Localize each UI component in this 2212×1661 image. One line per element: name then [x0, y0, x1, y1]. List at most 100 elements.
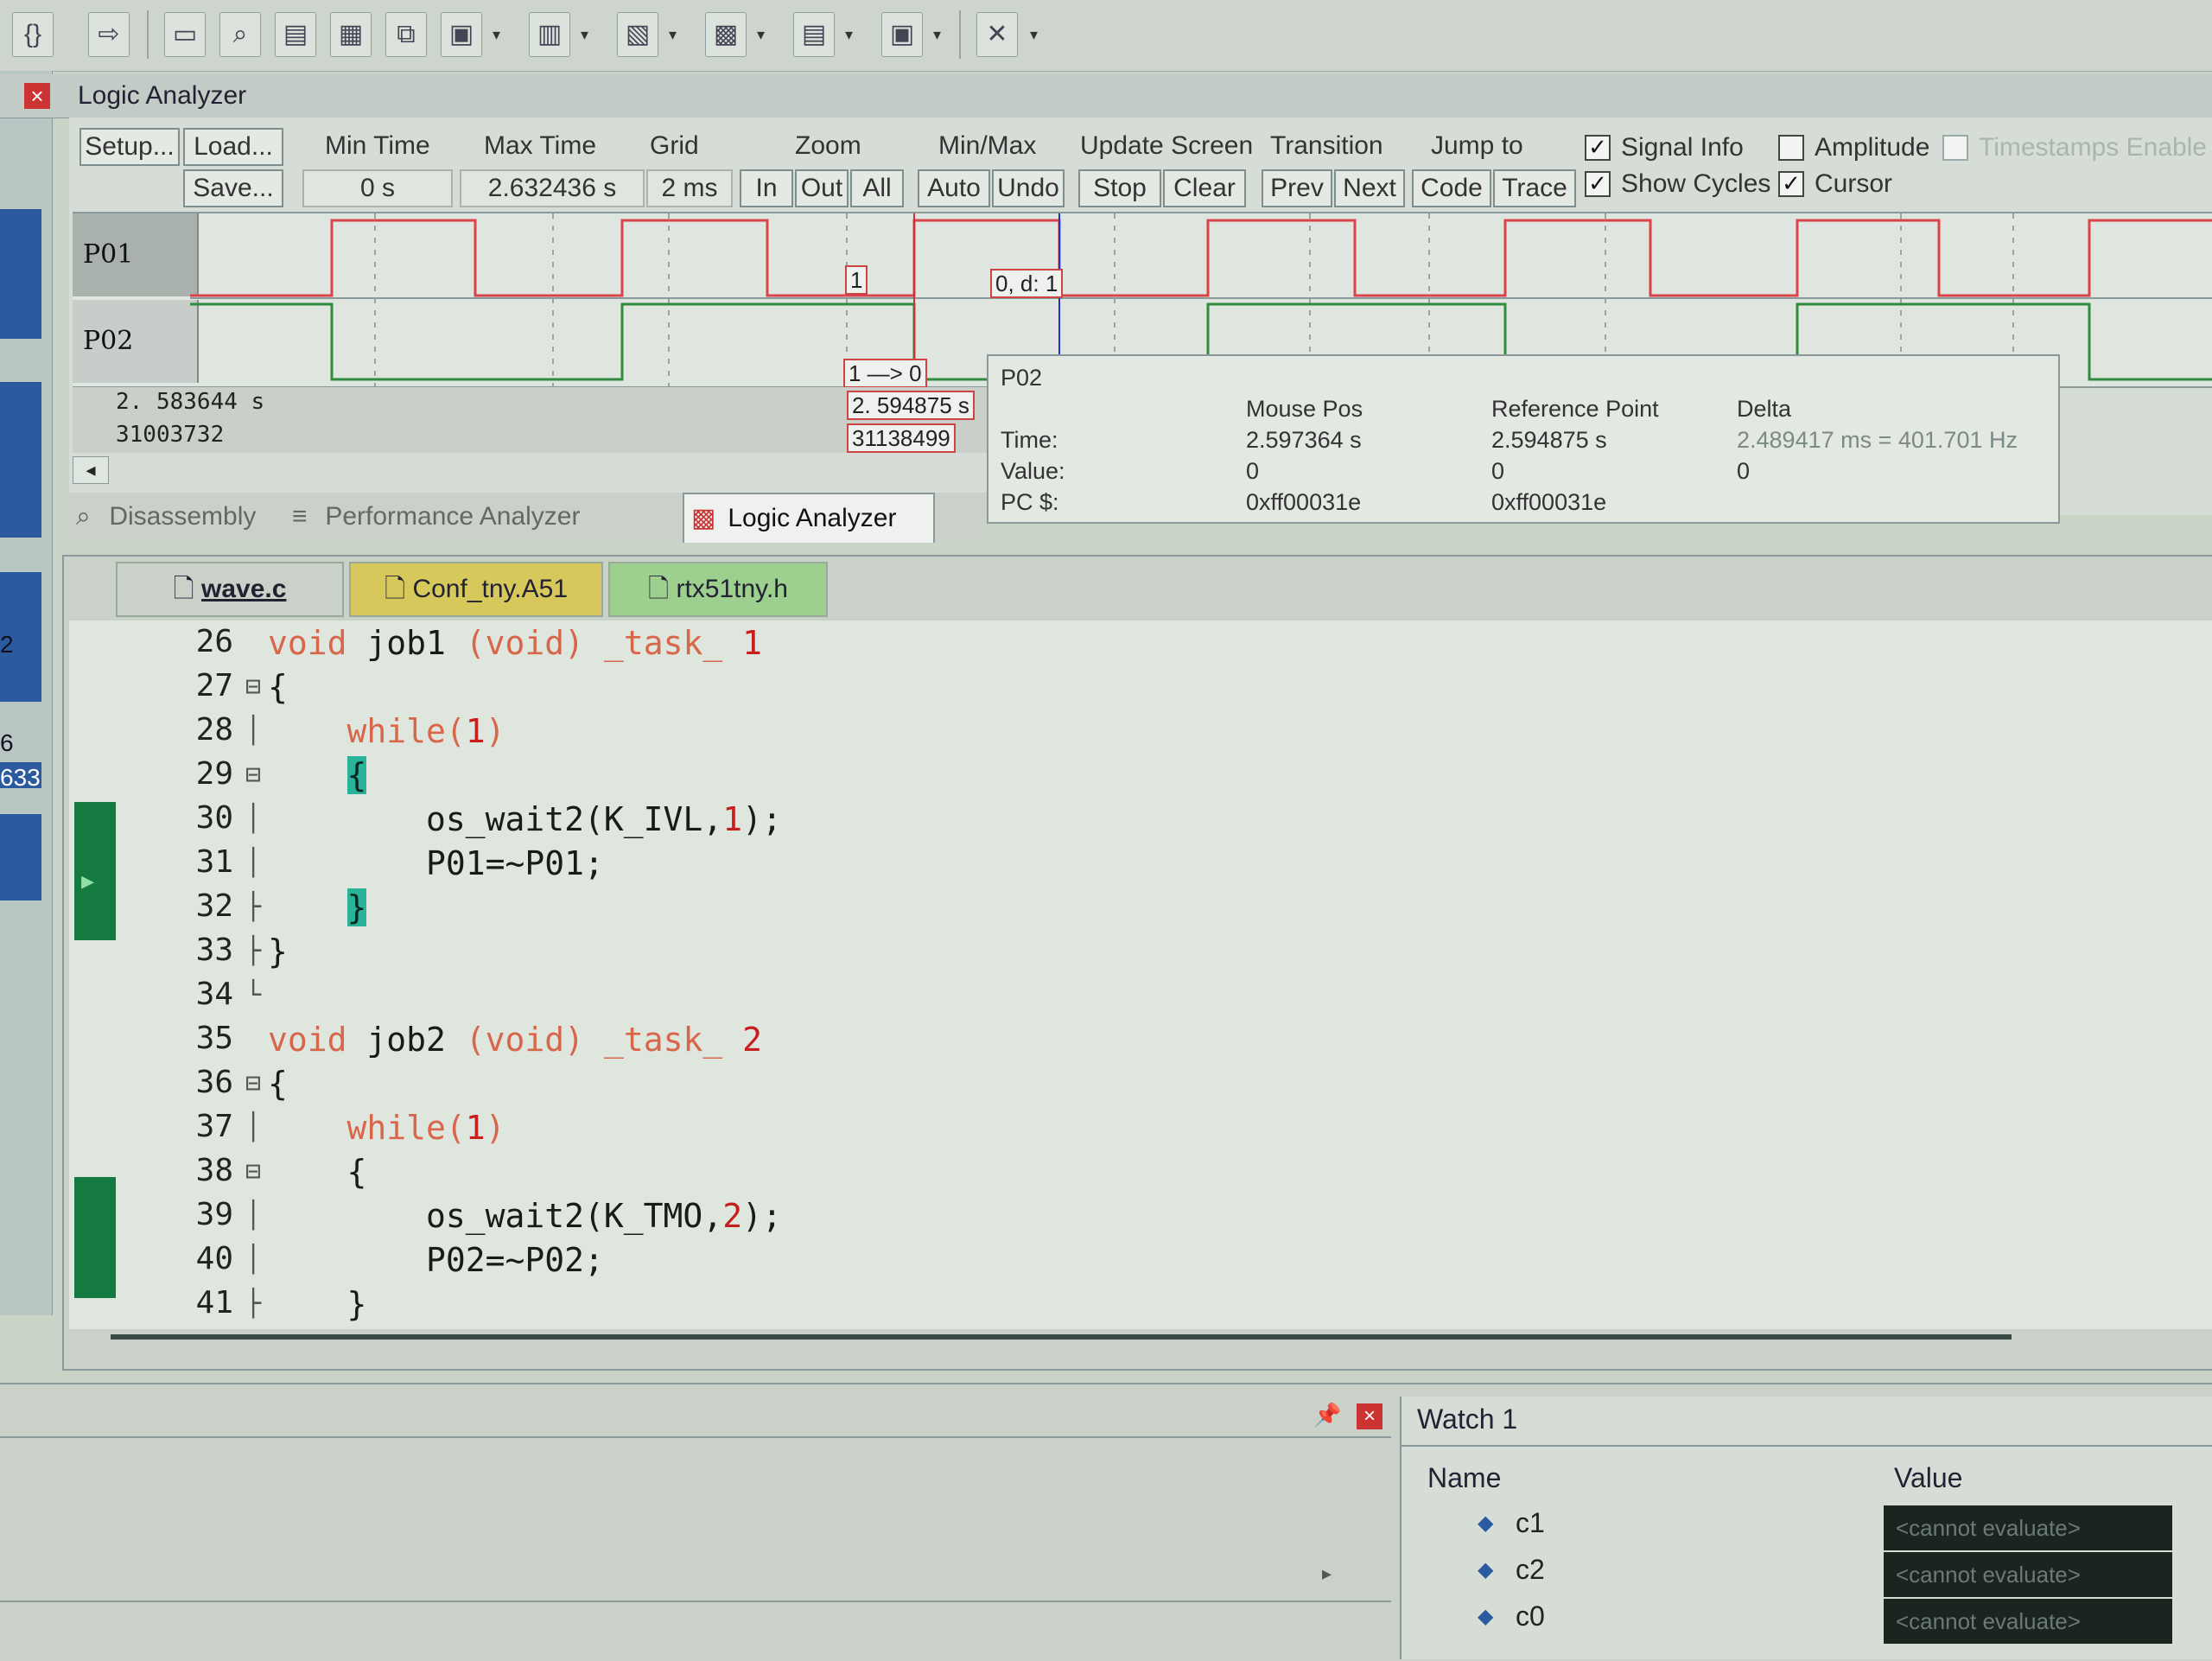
horizontal-scrollbar[interactable] [111, 1334, 2012, 1340]
code-line[interactable]: } [268, 888, 367, 926]
logic-analyzer-icon[interactable]: ▩ [705, 12, 747, 57]
code-line[interactable]: { [268, 756, 367, 794]
cursor-cycles: 31003732 [116, 422, 225, 448]
scroll-left-icon[interactable]: ◂ [73, 456, 109, 484]
file-tab-wave-c[interactable]: 🗋 wave.c [116, 562, 344, 617]
tooltip-mouse-pc: 0xff00031e [1246, 489, 1362, 515]
tooltip-ref-value: 0 [1491, 458, 1505, 484]
settings-icon[interactable]: ✕ [976, 12, 1018, 57]
fold-toggle-icon[interactable]: ⊟ [245, 1068, 261, 1098]
cursor-info-row: 2. 583644 s 31003732 2. 594875 s 3113849… [73, 387, 988, 453]
pin-icon[interactable]: 📌 [1313, 1402, 1341, 1429]
trace-icon[interactable]: ▧ [617, 12, 658, 57]
fold-guide: ├ [245, 1289, 262, 1319]
next-button[interactable]: Next [1334, 169, 1405, 207]
fold-toggle-icon[interactable]: ⊟ [245, 1156, 261, 1187]
chevron-down-icon[interactable]: ▾ [669, 26, 677, 44]
tooltip-header-mouse: Mouse Pos [1246, 396, 1363, 422]
prev-button[interactable]: Prev [1262, 169, 1332, 207]
trace-button[interactable]: Trace [1493, 169, 1576, 207]
fold-guide: │ [245, 804, 262, 834]
watch-col-value: Value [1894, 1462, 1963, 1493]
file-tab-conf-tny[interactable]: 🗋 Conf_tny.A51 [349, 562, 603, 617]
watch-icon[interactable]: ▥ [529, 12, 570, 57]
code-line[interactable]: } [268, 932, 288, 971]
code-line[interactable]: } [268, 1285, 367, 1323]
zoom-out-button[interactable]: Out [795, 169, 849, 207]
watch-item-value[interactable]: <cannot evaluate> [1884, 1505, 2172, 1550]
clear-button[interactable]: Clear [1163, 169, 1246, 207]
memory-icon[interactable]: ▦ [330, 12, 372, 57]
chevron-down-icon[interactable]: ▾ [845, 26, 853, 44]
reference-cycles: 31138499 [847, 423, 956, 453]
code-area[interactable]: ▸ 26 void job1 (void) _task_ 1 27 ⊟{28 │ whi… [69, 620, 2212, 1329]
find-icon[interactable]: ⌕ [219, 12, 261, 57]
code-line[interactable]: void job2 (void) _task_ 2 [268, 1021, 762, 1059]
code-line[interactable]: while(1) [268, 712, 505, 750]
braces-icon[interactable]: {} [12, 12, 54, 57]
watch-item-value[interactable]: <cannot evaluate> [1884, 1552, 2172, 1597]
file-icon: 🗋 [384, 575, 406, 603]
analysis-icon[interactable]: ▣ [441, 12, 482, 57]
scroll-right-icon[interactable]: ▸ [1322, 1562, 1332, 1585]
save-button[interactable]: Save... [183, 169, 283, 207]
code-line[interactable]: { [268, 1065, 288, 1103]
system-viewer-icon[interactable]: ▣ [881, 12, 923, 57]
signal-info-checkbox[interactable]: ✓ [1585, 135, 1611, 161]
chevron-down-icon[interactable]: ▾ [933, 26, 941, 44]
coverage-marker [74, 1177, 116, 1298]
line-number: 26 [195, 624, 233, 659]
watch-item-name[interactable]: c2 [1516, 1554, 1545, 1586]
tab-performance-analyzer[interactable]: ≡ Performance Analyzer [292, 493, 672, 541]
source-icon[interactable]: ▤ [275, 12, 316, 57]
amplitude-checkbox[interactable] [1778, 135, 1804, 161]
code-line[interactable]: { [268, 668, 288, 706]
watch-item-value[interactable]: <cannot evaluate> [1884, 1599, 2172, 1644]
tooltip-ref-time: 2.594875 s [1491, 427, 1607, 453]
close-icon[interactable]: × [24, 83, 50, 109]
signal-info-label: Signal Info [1621, 133, 1744, 162]
min-time-value: 0 s [302, 169, 453, 207]
signal-name-p01[interactable]: P01 [73, 213, 199, 296]
code-line[interactable]: os_wait2(K_TMO,2); [268, 1197, 782, 1235]
code-line[interactable]: P01=~P01; [268, 844, 604, 882]
cursor-label: Cursor [1815, 169, 1893, 198]
chevron-down-icon[interactable]: ▾ [757, 26, 765, 44]
watch-item-name[interactable]: c1 [1516, 1507, 1545, 1539]
tab-logic-analyzer[interactable]: ▩ Logic Analyzer [683, 493, 935, 543]
code-line[interactable]: { [268, 1153, 367, 1191]
zoom-all-button[interactable]: All [850, 169, 904, 207]
load-button[interactable]: Load... [183, 128, 283, 166]
arrow-right-icon[interactable]: ⇨ [88, 12, 130, 57]
fold-guide: │ [245, 1244, 262, 1275]
cursor-checkbox[interactable]: ✓ [1778, 171, 1804, 197]
chevron-down-icon[interactable]: ▾ [1030, 26, 1038, 44]
fold-toggle-icon[interactable]: ⊟ [245, 760, 261, 790]
show-cycles-checkbox[interactable]: ✓ [1585, 171, 1611, 197]
signal-name-p02[interactable]: P02 [73, 300, 199, 383]
auto-button[interactable]: Auto [918, 169, 990, 207]
tab-disassembly[interactable]: ⌕ Disassembly [76, 493, 283, 541]
setup-button[interactable]: Setup... [79, 128, 180, 166]
fold-toggle-icon[interactable]: ⊟ [245, 671, 261, 702]
chevron-down-icon[interactable]: ▾ [581, 26, 588, 44]
serial-icon[interactable]: ⧉ [385, 12, 427, 57]
line-number: 31 [195, 844, 233, 880]
code-line[interactable]: P02=~P02; [268, 1241, 604, 1279]
code-button[interactable]: Code [1412, 169, 1491, 207]
stop-button[interactable]: Stop [1078, 169, 1161, 207]
watch-item-name[interactable]: c0 [1516, 1601, 1545, 1632]
code-line[interactable]: os_wait2(K_IVL,1); [268, 800, 782, 838]
zoom-in-button[interactable]: In [740, 169, 793, 207]
toolbox-icon[interactable]: ▤ [793, 12, 835, 57]
code-line[interactable]: while(1) [268, 1109, 505, 1147]
performance-icon: ≡ [292, 502, 308, 531]
disassembly-icon: ⌕ [76, 502, 91, 531]
timestamps-checkbox[interactable] [1942, 135, 1968, 161]
code-line[interactable]: void job1 (void) _task_ 1 [268, 624, 762, 662]
close-icon[interactable]: × [1357, 1403, 1382, 1429]
window-icon[interactable]: ▭ [164, 12, 206, 57]
undo-button[interactable]: Undo [992, 169, 1065, 207]
file-tab-rtx51tny-h[interactable]: 🗋 rtx51tny.h [608, 562, 828, 617]
chevron-down-icon[interactable]: ▾ [493, 26, 500, 44]
